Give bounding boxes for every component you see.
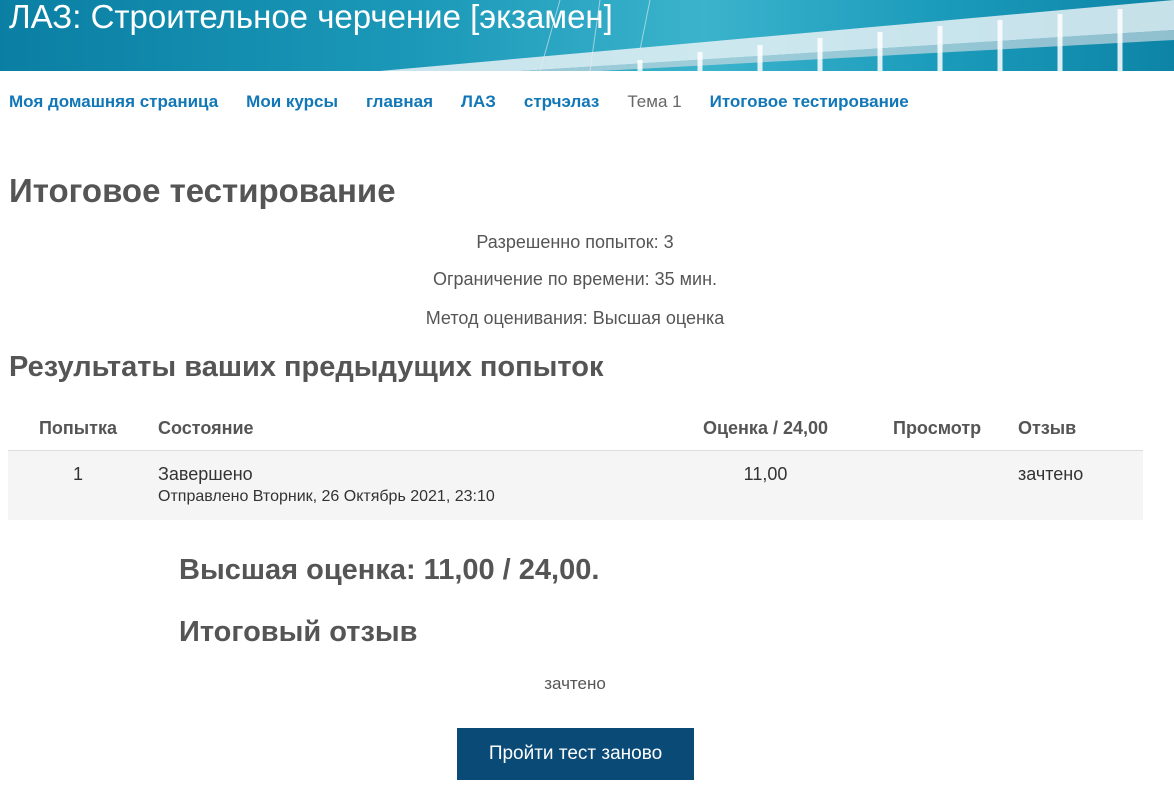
breadcrumb-topic: Тема 1 bbox=[627, 92, 682, 111]
course-header-banner: ЛАЗ: Строительное черчение [экзамен] bbox=[0, 0, 1174, 71]
attempt-review-cell bbox=[893, 450, 1018, 520]
breadcrumb-laz[interactable]: ЛАЗ bbox=[461, 92, 496, 112]
retake-quiz-button[interactable]: Пройти тест заново bbox=[457, 728, 694, 780]
attempt-state-cell: Завершено Отправлено Вторник, 26 Октябрь… bbox=[148, 450, 638, 520]
overall-feedback-heading: Итоговый отзыв bbox=[179, 616, 418, 648]
attempts-allowed-info: Разрешенно попыток: 3 bbox=[476, 232, 674, 252]
course-title: ЛАЗ: Строительное черчение [экзамен] bbox=[9, 0, 613, 35]
best-grade-summary: Высшая оценка: 11,00 / 24,00. bbox=[179, 554, 600, 586]
attempt-feedback: зачтено bbox=[1018, 464, 1084, 484]
attempts-table-header: Попытка Состояние Оценка / 24,00 Просмот… bbox=[8, 406, 1143, 451]
column-feedback: Отзыв bbox=[1018, 406, 1143, 451]
attempt-feedback-cell: зачтено bbox=[1018, 450, 1143, 520]
breadcrumb-course[interactable]: стрчэлаз bbox=[524, 92, 600, 112]
attempt-number-cell: 1 bbox=[8, 450, 148, 520]
attempts-table: Попытка Состояние Оценка / 24,00 Просмот… bbox=[8, 406, 1143, 520]
column-attempt: Попытка bbox=[8, 406, 148, 451]
breadcrumb-main[interactable]: главная bbox=[366, 92, 433, 112]
table-row: 1 Завершено Отправлено Вторник, 26 Октяб… bbox=[8, 450, 1143, 520]
overall-feedback-text: зачтено bbox=[544, 674, 606, 693]
results-heading: Результаты ваших предыдущих попыток bbox=[9, 351, 604, 383]
grading-method-info: Метод оценивания: Высшая оценка bbox=[425, 308, 725, 328]
attempt-grade: 11,00 bbox=[743, 464, 788, 484]
column-grade: Оценка / 24,00 bbox=[638, 406, 893, 451]
breadcrumb: Моя домашняя страница Мои курсы главная … bbox=[9, 91, 937, 113]
breadcrumb-home[interactable]: Моя домашняя страница bbox=[9, 92, 218, 112]
column-state: Состояние bbox=[148, 406, 638, 451]
page-title: Итоговое тестирование bbox=[9, 172, 396, 209]
attempt-number: 1 bbox=[72, 464, 83, 484]
breadcrumb-quiz[interactable]: Итоговое тестирование bbox=[710, 92, 909, 112]
column-review: Просмотр bbox=[893, 406, 1018, 451]
attempt-state: Завершено bbox=[158, 464, 253, 484]
time-limit-info: Ограничение по времени: 35 мин. bbox=[432, 269, 718, 289]
attempt-submitted-date: Отправлено Вторник, 26 Октябрь 2021, 23:… bbox=[158, 488, 495, 505]
breadcrumb-my-courses[interactable]: Мои курсы bbox=[246, 92, 338, 112]
attempt-review bbox=[893, 451, 1018, 463]
attempt-grade-cell: 11,00 bbox=[638, 450, 893, 520]
